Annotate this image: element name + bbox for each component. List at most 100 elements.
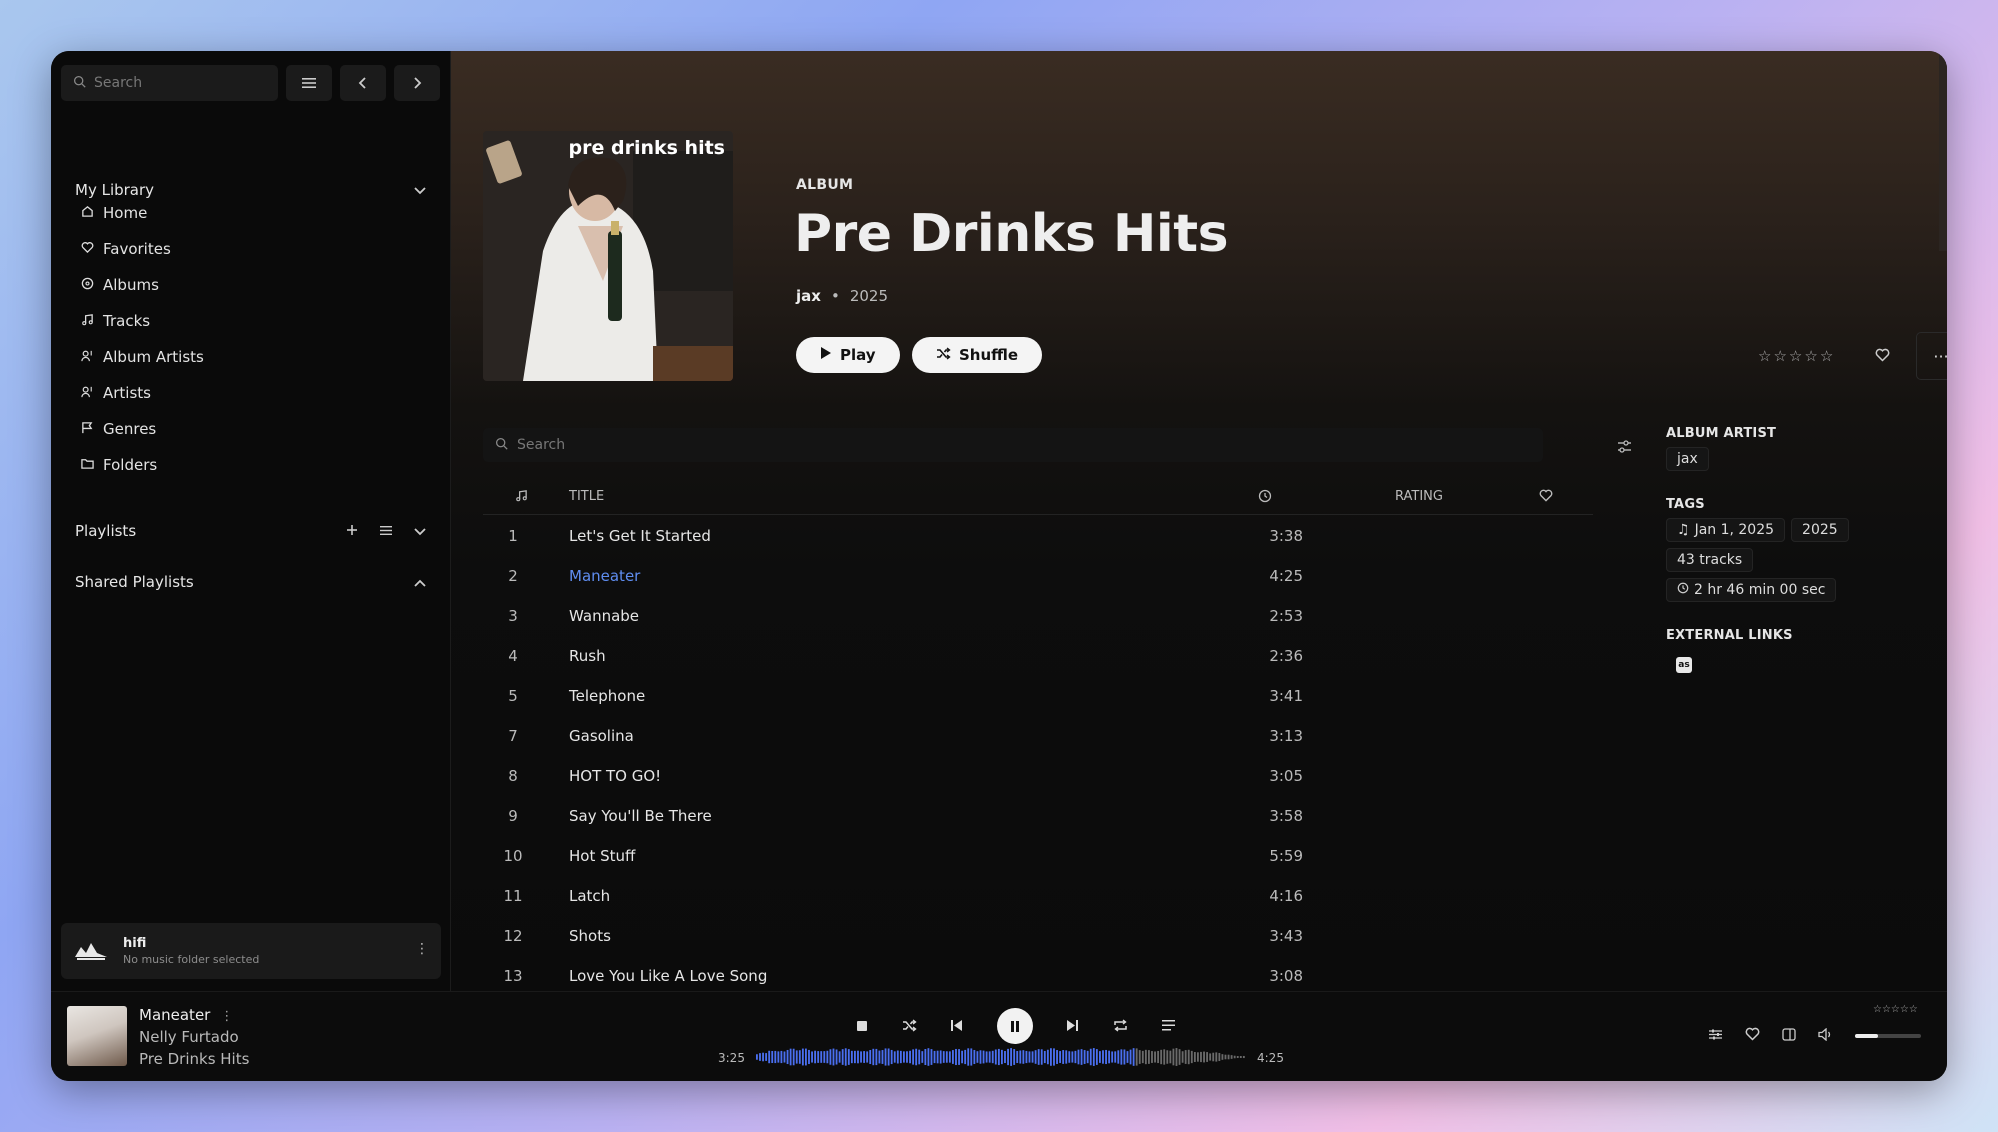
track-list: 1 Let's Get It Started 3:38 2 Maneater 4:25 … [483,516,1593,991]
list-view-button[interactable] [380,522,392,540]
now-playing-album[interactable]: Pre Drinks Hits [139,1050,249,1068]
waveform-seekbar[interactable] [756,1047,1246,1067]
waveform-bar [1105,1049,1107,1065]
track-rating[interactable]: ☆☆☆☆☆ [1873,1004,1918,1015]
waveform-bar [1218,1052,1221,1062]
table-row[interactable]: 13 Love You Like A Love Song 3:08 [483,956,1593,991]
sidebar-item-favorites[interactable]: Favorites [81,231,204,267]
heart-icon[interactable] [1539,489,1553,506]
table-row[interactable]: 12 Shots 3:43 [483,916,1593,956]
waveform-bar [1102,1050,1104,1064]
pause-button[interactable] [996,1008,1033,1044]
next-button[interactable] [1066,1017,1079,1036]
release-date-tag[interactable]: ♫ Jan 1, 2025 [1666,518,1786,542]
table-row[interactable]: 5 Telephone 3:41 [483,676,1593,716]
sidebar-search-placeholder: Search [94,75,143,91]
table-row[interactable]: 11 Latch 4:16 [483,876,1593,916]
waveform-bar [1050,1048,1052,1066]
table-row[interactable]: 3 Wannabe 2:53 [483,596,1593,636]
sidebar-item-genres[interactable]: Genres [81,411,204,447]
shared-playlists-section-header[interactable]: Shared Playlists [75,570,426,594]
scrollbar[interactable] [1939,51,1947,251]
waveform-bar [939,1050,942,1064]
sidebar-item-artists[interactable]: Artists [81,375,204,411]
play-button[interactable]: Play [796,337,900,373]
more-vertical-icon[interactable]: ⋮ [220,1009,233,1024]
stop-button[interactable] [856,1017,868,1036]
star-icon[interactable]: ☆ [1789,347,1802,365]
clock-icon[interactable] [1258,489,1272,507]
table-row[interactable]: 1 Let's Get It Started 3:38 [483,516,1593,556]
column-rating[interactable]: RATING [1395,489,1443,504]
sidebar-item-folders[interactable]: Folders [81,447,204,483]
waveform-bar [1123,1049,1126,1065]
waveform-bar [798,1050,801,1064]
waveform-bar [982,1050,985,1064]
playlists-section-header: Playlists [75,519,426,543]
menu-button[interactable] [286,65,332,101]
add-playlist-button[interactable] [346,522,358,540]
table-row[interactable]: 2 Maneater 4:25 [483,556,1593,596]
queue-button[interactable] [1161,1017,1176,1036]
star-icon[interactable]: ☆ [1820,347,1833,365]
repeat-button[interactable] [1113,1017,1128,1036]
heart-icon [81,240,94,258]
album-artist-tag[interactable]: jax [1666,447,1709,471]
waveform-bar [774,1050,777,1064]
more-options-button[interactable]: ··· [1916,332,1947,380]
shared-playlists-label: Shared Playlists [75,573,194,591]
waveform-bar [765,1053,768,1061]
sidebar-item-label: Albums [103,276,159,294]
waveform-bar [1092,1048,1095,1066]
waveform-bar [1010,1048,1013,1066]
sidebar-item-album-artists[interactable]: Album Artists [81,339,204,375]
volume-icon[interactable] [1818,1026,1833,1045]
column-title[interactable]: TITLE [569,489,604,504]
year-tag[interactable]: 2025 [1791,518,1849,542]
album-artist-link[interactable]: jax [796,287,821,305]
track-count-tag[interactable]: 43 tracks [1666,548,1754,572]
sidebar-item-tracks[interactable]: Tracks [81,303,204,339]
now-playing-title[interactable]: Maneater [139,1006,210,1024]
track-search-input[interactable]: Search [483,428,1543,462]
waveform-bar [1242,1055,1245,1059]
sidebar-item-home[interactable]: Home [81,195,204,231]
now-playing-artist[interactable]: Nelly Furtado [139,1028,239,1046]
now-playing-cover[interactable] [67,1006,127,1066]
waveform-bar [835,1049,838,1065]
equalizer-button[interactable] [1708,1026,1723,1045]
player-bar: Maneater ⋮ Nelly Furtado Pre Drinks Hits … [51,991,1947,1081]
home-icon [81,204,94,222]
star-icon[interactable]: ☆ [1804,347,1817,365]
sidebar-item-albums[interactable]: Albums [81,267,204,303]
table-row[interactable]: 10 Hot Stuff 5:59 [483,836,1593,876]
track-number: 5 [508,687,518,705]
waveform-bar [970,1048,973,1066]
lastfm-link-icon[interactable]: as [1676,657,1692,673]
back-button[interactable] [340,65,386,101]
waveform-bar [1206,1052,1209,1062]
duration-tag[interactable]: 2 hr 46 min 00 sec [1666,578,1837,602]
filter-settings-button[interactable] [1617,438,1632,457]
volume-slider[interactable] [1855,1033,1921,1038]
table-row[interactable]: 7 Gasolina 3:13 [483,716,1593,756]
forward-button[interactable] [394,65,440,101]
table-row[interactable]: 8 HOT TO GO! 3:05 [483,756,1593,796]
favorite-album-button[interactable] [1875,347,1890,366]
more-vertical-icon[interactable]: ⋮ [415,941,429,957]
album-rating[interactable]: ☆ ☆ ☆ ☆ ☆ [1758,347,1833,365]
table-row[interactable]: 4 Rush 2:36 [483,636,1593,676]
shuffle-button[interactable] [902,1017,917,1036]
favorite-track-button[interactable] [1745,1026,1760,1045]
sidebar-search-input[interactable]: Search [61,65,278,101]
server-card[interactable]: hifi No music folder selected ⋮ [61,923,441,979]
star-icon[interactable]: ☆ [1773,347,1786,365]
star-icon[interactable]: ☆ [1758,347,1771,365]
chevron-down-icon[interactable] [414,522,426,540]
waveform-bar [1001,1049,1003,1065]
sidebar-toggle-button[interactable] [1782,1026,1796,1045]
shuffle-button[interactable]: Shuffle [912,337,1043,373]
previous-button[interactable] [950,1017,963,1036]
table-row[interactable]: 9 Say You'll Be There 3:58 [483,796,1593,836]
waveform-bar [1126,1051,1129,1063]
